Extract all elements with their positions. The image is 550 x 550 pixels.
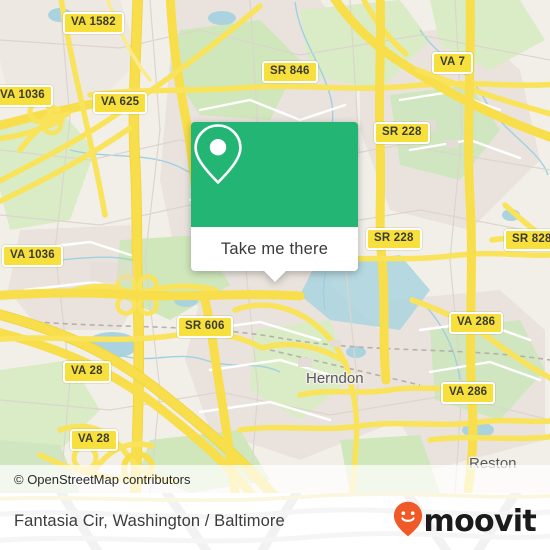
map-attribution: © OpenStreetMap contributors (0, 465, 550, 493)
popup-tail-icon (263, 271, 286, 282)
road-shield: SR 828 (504, 229, 550, 251)
road-shield: VA 7 (432, 52, 474, 74)
moovit-wordmark: moovit (423, 503, 537, 539)
road-shield: VA 286 (449, 312, 504, 334)
road-shield: VA 625 (93, 92, 148, 114)
road-shield: VA 1036 (0, 85, 53, 107)
road-shield: VA 28 (63, 361, 111, 383)
map-canvas[interactable]: .land{fill:#f2efe9;} .resi{fill:#eae3dd;… (0, 0, 550, 493)
popup-action-area[interactable]: Take me there (191, 227, 358, 282)
popup-action-label: Take me there (220, 239, 329, 258)
road-shield: VA 1582 (63, 12, 124, 34)
road-shield: SR 228 (374, 122, 430, 144)
road-shield: VA 286 (441, 382, 496, 404)
take-me-there-popup[interactable]: Take me there (191, 122, 358, 282)
moovit-map-card: .land{fill:#f2efe9;} .resi{fill:#eae3dd;… (0, 0, 550, 550)
moovit-logo[interactable]: moovit (393, 501, 550, 542)
road-shield: SR 846 (262, 61, 318, 83)
road-shield: SR 606 (177, 316, 233, 338)
moovit-pin-smiley-icon (393, 501, 423, 542)
location-title: Fantasia Cir, Washington / Baltimore (14, 512, 285, 530)
road-shield: SR 228 (366, 228, 422, 250)
place-label-herndon: Herndon (306, 370, 364, 387)
attribution-text[interactable]: © OpenStreetMap contributors (0, 472, 191, 487)
road-shield: VA 28 (70, 429, 118, 451)
footer-bar: Fantasia Cir, Washington / Baltimore moo… (0, 493, 550, 550)
road-shield: VA 1036 (2, 245, 63, 267)
popup-marker-area (191, 122, 358, 227)
